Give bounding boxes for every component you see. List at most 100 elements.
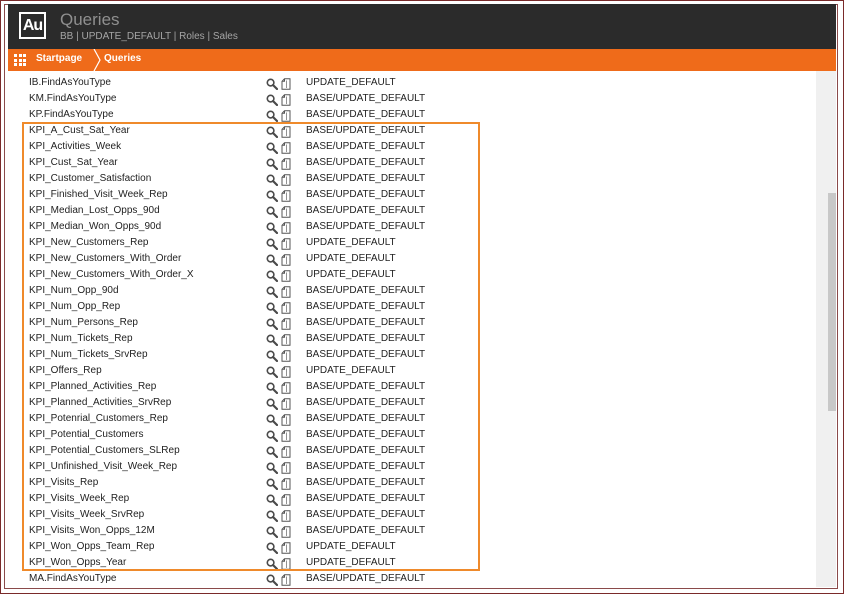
query-name[interactable]: KPI_Potenrial_Customers_Rep: [29, 413, 168, 424]
search-icon[interactable]: [266, 526, 279, 539]
query-name[interactable]: KPI_Visits_Won_Opps_12M: [29, 525, 155, 536]
document-icon[interactable]: [281, 526, 291, 538]
document-icon[interactable]: [281, 254, 291, 266]
query-name[interactable]: KPI_Unfinished_Visit_Week_Rep: [29, 461, 177, 472]
document-icon[interactable]: [281, 78, 291, 90]
query-row[interactable]: KPI_Median_Lost_Opps_90d BASE/UPDATE_DEFA…: [8, 204, 816, 220]
document-icon[interactable]: [281, 110, 291, 122]
query-row[interactable]: IB.FindAsYouType UPDATE_DEFAULT: [8, 76, 816, 92]
query-name[interactable]: KPI_Num_Tickets_Rep: [29, 333, 133, 344]
document-icon[interactable]: [281, 94, 291, 106]
grid-icon[interactable]: [14, 54, 26, 66]
query-name[interactable]: KPI_Activities_Week: [29, 141, 121, 152]
search-icon[interactable]: [266, 334, 279, 347]
document-icon[interactable]: [281, 206, 291, 218]
query-row[interactable]: KPI_Potenrial_Customers_Rep BASE/UPDATE_D…: [8, 412, 816, 428]
search-icon[interactable]: [266, 126, 279, 139]
query-name[interactable]: KPI_Customer_Satisfaction: [29, 173, 151, 184]
query-row[interactable]: KPI_Planned_Activities_SrvRep BASE/UPDATE…: [8, 396, 816, 412]
query-row[interactable]: KP.FindAsYouType BASE/UPDATE_DEFAULT: [8, 108, 816, 124]
search-icon[interactable]: [266, 110, 279, 123]
document-icon[interactable]: [281, 222, 291, 234]
query-row[interactable]: KM.FindAsYouType BASE/UPDATE_DEFAULT: [8, 92, 816, 108]
document-icon[interactable]: [281, 462, 291, 474]
query-row[interactable]: KPI_New_Customers_With_Order UPDATE_DEFAU…: [8, 252, 816, 268]
document-icon[interactable]: [281, 334, 291, 346]
search-icon[interactable]: [266, 574, 279, 587]
document-icon[interactable]: [281, 446, 291, 458]
query-name[interactable]: KPI_Num_Persons_Rep: [29, 317, 138, 328]
search-icon[interactable]: [266, 478, 279, 491]
breadcrumb-queries[interactable]: Queries: [104, 53, 141, 64]
search-icon[interactable]: [266, 510, 279, 523]
query-row[interactable]: KPI_Activities_Week BASE/UPDATE_DEFAULT: [8, 140, 816, 156]
query-name[interactable]: KPI_Potential_Customers_SLRep: [29, 445, 180, 456]
query-name[interactable]: MA.FindAsYouType: [29, 573, 116, 584]
scrollbar-thumb[interactable]: [828, 193, 836, 411]
document-icon[interactable]: [281, 270, 291, 282]
document-icon[interactable]: [281, 366, 291, 378]
document-icon[interactable]: [281, 142, 291, 154]
query-row[interactable]: KPI_Cust_Sat_Year BASE/UPDATE_DEFAULT: [8, 156, 816, 172]
search-icon[interactable]: [266, 142, 279, 155]
document-icon[interactable]: [281, 398, 291, 410]
document-icon[interactable]: [281, 382, 291, 394]
search-icon[interactable]: [266, 254, 279, 267]
search-icon[interactable]: [266, 78, 279, 91]
breadcrumb-startpage[interactable]: Startpage: [36, 53, 82, 64]
query-name[interactable]: KPI_Visits_Week_SrvRep: [29, 509, 144, 520]
search-icon[interactable]: [266, 222, 279, 235]
query-name[interactable]: KPI_New_Customers_With_Order: [29, 253, 181, 264]
document-icon[interactable]: [281, 302, 291, 314]
query-name[interactable]: KPI_Cust_Sat_Year: [29, 157, 118, 168]
query-row[interactable]: KPI_Unfinished_Visit_Week_Rep BASE/UPDATE…: [8, 460, 816, 476]
vertical-scrollbar[interactable]: [816, 71, 836, 587]
search-icon[interactable]: [266, 446, 279, 459]
search-icon[interactable]: [266, 350, 279, 363]
query-name[interactable]: KPI_Offers_Rep: [29, 365, 102, 376]
document-icon[interactable]: [281, 558, 291, 570]
query-row[interactable]: KPI_Visits_Won_Opps_12M BASE/UPDATE_DEFAU…: [8, 524, 816, 540]
search-icon[interactable]: [266, 206, 279, 219]
query-row[interactable]: KPI_Won_Opps_Year UPDATE_DEFAULT: [8, 556, 816, 572]
document-icon[interactable]: [281, 190, 291, 202]
document-icon[interactable]: [281, 430, 291, 442]
document-icon[interactable]: [281, 126, 291, 138]
query-row[interactable]: KPI_Num_Opp_90d BASE/UPDATE_DEFAULT: [8, 284, 816, 300]
document-icon[interactable]: [281, 286, 291, 298]
search-icon[interactable]: [266, 238, 279, 251]
query-name[interactable]: KPI_Num_Tickets_SrvRep: [29, 349, 148, 360]
search-icon[interactable]: [266, 190, 279, 203]
query-row[interactable]: KPI_Customer_Satisfaction BASE/UPDATE_DEF…: [8, 172, 816, 188]
query-row[interactable]: KPI_Won_Opps_Team_Rep UPDATE_DEFAULT: [8, 540, 816, 556]
query-name[interactable]: KPI_Num_Opp_90d: [29, 285, 119, 296]
query-name[interactable]: KPI_Won_Opps_Year: [29, 557, 126, 568]
document-icon[interactable]: [281, 478, 291, 490]
document-icon[interactable]: [281, 174, 291, 186]
search-icon[interactable]: [266, 366, 279, 379]
search-icon[interactable]: [266, 302, 279, 315]
query-row[interactable]: KPI_Visits_Week_Rep BASE/UPDATE_DEFAULT: [8, 492, 816, 508]
search-icon[interactable]: [266, 462, 279, 475]
search-icon[interactable]: [266, 318, 279, 331]
search-icon[interactable]: [266, 158, 279, 171]
query-name[interactable]: KPI_Visits_Rep: [29, 477, 98, 488]
query-row[interactable]: KPI_A_Cust_Sat_Year BASE/UPDATE_DEFAULT: [8, 124, 816, 140]
search-icon[interactable]: [266, 494, 279, 507]
document-icon[interactable]: [281, 350, 291, 362]
query-row[interactable]: KPI_Num_Tickets_Rep BASE/UPDATE_DEFAULT: [8, 332, 816, 348]
query-name[interactable]: KM.FindAsYouType: [29, 93, 116, 104]
query-row[interactable]: KPI_Planned_Activities_Rep BASE/UPDATE_DE…: [8, 380, 816, 396]
query-row[interactable]: KPI_New_Customers_With_Order_X UPDATE_DEF…: [8, 268, 816, 284]
document-icon[interactable]: [281, 318, 291, 330]
query-name[interactable]: KP.FindAsYouType: [29, 109, 114, 120]
search-icon[interactable]: [266, 430, 279, 443]
query-row[interactable]: KPI_Potential_Customers BASE/UPDATE_DEFAU…: [8, 428, 816, 444]
search-icon[interactable]: [266, 286, 279, 299]
query-name[interactable]: KPI_Finished_Visit_Week_Rep: [29, 189, 168, 200]
query-name[interactable]: KPI_Won_Opps_Team_Rep: [29, 541, 154, 552]
document-icon[interactable]: [281, 494, 291, 506]
document-icon[interactable]: [281, 158, 291, 170]
query-row[interactable]: KPI_Visits_Rep BASE/UPDATE_DEFAULT: [8, 476, 816, 492]
query-name[interactable]: KPI_A_Cust_Sat_Year: [29, 125, 130, 136]
